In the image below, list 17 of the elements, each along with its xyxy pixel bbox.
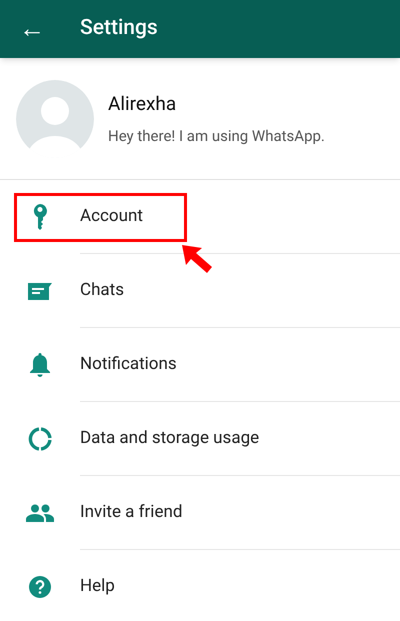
settings-item[interactable]: Notifications: [80, 352, 177, 378]
settings-item[interactable]: Help: [80, 574, 115, 600]
avatar-icon[interactable]: [16, 80, 94, 158]
back-button[interactable]: ←: [18, 16, 46, 42]
settings-item[interactable]: Data and storage usage: [80, 426, 260, 452]
help-icon: [29, 576, 51, 598]
profile-status: Hey there! I am using WhatsApp.: [108, 126, 325, 146]
key-icon: [33, 204, 47, 230]
ring-chart-icon: [28, 427, 52, 451]
people-icon: [26, 504, 54, 522]
window-title: Settings: [80, 15, 158, 42]
settings-item[interactable]: Chats: [80, 278, 124, 304]
settings-item[interactable]: Invite a friend: [80, 500, 182, 526]
message-icon: [28, 282, 52, 300]
bell-icon: [30, 353, 50, 377]
profile-name: Alirexha: [108, 91, 178, 117]
settings-item[interactable]: Account: [80, 204, 143, 230]
